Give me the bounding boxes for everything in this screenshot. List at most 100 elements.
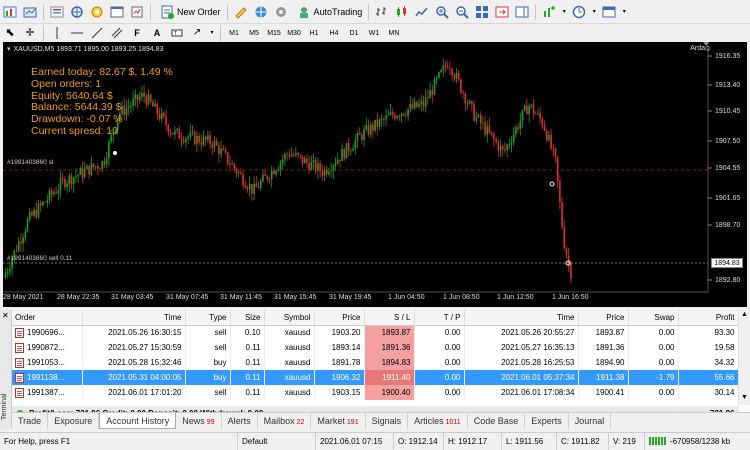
candle-body [79,168,82,175]
candle-body [262,174,264,182]
terminal-window-icon[interactable] [109,4,125,20]
candle-body [383,118,385,120]
periods-icon[interactable] [571,4,587,20]
tile-windows-icon[interactable] [474,4,490,20]
dropdown-arrow-icon[interactable]: ▾ [591,4,597,20]
col-symbol[interactable]: Symbol [264,310,315,326]
col-tp[interactable]: T / P [414,310,465,326]
new-order-button[interactable]: New Order [154,3,224,21]
tab-experts[interactable]: Experts [525,413,569,429]
cursor-icon[interactable]: ⬉ [2,25,18,41]
zoom-out-icon[interactable] [454,4,470,20]
scroll-up-icon[interactable]: ▲ [741,311,748,318]
col-close-time[interactable]: Time [464,310,579,326]
tab-news[interactable]: News 99 [176,413,222,429]
line-chart-icon[interactable] [414,4,430,20]
table-row[interactable]: 1990872... 2021.05.27 15:30:59 sell 0.11… [12,340,739,355]
candle-body [358,133,361,135]
candle-body [431,90,434,95]
dropdown-arrow-icon[interactable]: ▾ [621,4,627,20]
options-icon[interactable] [273,4,289,20]
timeframe-mn[interactable]: MN [385,26,403,40]
label-icon[interactable]: T [169,25,185,41]
horizontal-line-icon[interactable] [69,25,85,41]
timeframe-m1[interactable]: M1 [225,26,243,40]
col-profit[interactable]: Profit [678,310,739,326]
tab-market[interactable]: Market 191 [311,413,366,429]
timeframe-m5[interactable]: M5 [245,26,263,40]
profiles-icon[interactable] [22,4,38,20]
tab-code-base[interactable]: Code Base [468,413,526,429]
metaeditor-icon[interactable] [233,4,249,20]
autotrading-button[interactable]: AutoTrading [291,3,366,21]
size-cell: 0.11 [230,355,265,370]
tab-articles[interactable]: Articles 1011 [408,413,468,429]
crosshair-icon[interactable]: ✛ [22,25,38,41]
type-cell: sell [185,325,231,340]
timeframe-h1[interactable]: H1 [305,26,323,40]
close-icon[interactable]: ✕ [2,311,9,320]
candle-body [174,130,176,135]
order-cell: 1990696... [12,325,83,340]
dropdown-arrow-icon[interactable]: ▾ [209,25,215,41]
navigator-icon[interactable] [89,4,105,20]
auto-scroll-icon[interactable] [494,4,510,20]
tab-exposure[interactable]: Exposure [48,413,100,429]
vertical-line-icon[interactable] [49,25,65,41]
timeframe-d1[interactable]: D1 [345,26,363,40]
order-icon [15,372,24,383]
arrows-icon[interactable]: ↗ [189,25,205,41]
tab-trade[interactable]: Trade [12,413,49,429]
tab-alerts[interactable]: Alerts [222,413,258,429]
tab-signals[interactable]: Signals [366,413,409,429]
bar-chart-icon[interactable] [374,4,390,20]
tab-mailbox[interactable]: Mailbox 22 [258,413,312,429]
col-sl[interactable]: S / L [364,310,415,326]
col-time[interactable]: Time [82,310,186,326]
fibonacci-icon[interactable]: F [129,25,145,41]
chart-shift-icon[interactable] [514,4,530,20]
candle-body [37,203,40,217]
timeframe-h4[interactable]: H4 [325,26,343,40]
toolbar-separator [535,3,537,20]
scroll-down-icon[interactable]: ▼ [741,394,748,401]
indicators-icon[interactable] [541,4,557,20]
timeframe-m30[interactable]: M30 [285,26,303,40]
tp-cell: 0.00 [414,385,465,400]
col-size[interactable]: Size [230,310,265,326]
new-order-icon [159,4,175,20]
dropdown-arrow-icon[interactable]: ▾ [561,4,567,20]
candle-body [570,263,572,279]
trendline-icon[interactable] [89,25,105,41]
table-row[interactable]: 1990696... 2021.05.26 16:30:15 sell 0.10… [12,325,739,340]
tab-account-history[interactable]: Account History [99,413,177,429]
text-icon[interactable]: A [149,25,165,41]
candle-body [367,125,370,135]
vertical-scrollbar[interactable]: ▲ ▼ [738,310,750,405]
price-chart[interactable]: ▾ XAUUSD,M5 1893.71 1895.00 1893.25 1894.… [3,42,747,307]
tab-journal[interactable]: Journal [569,413,612,429]
channel-icon[interactable] [109,25,125,41]
community-icon[interactable] [253,4,269,20]
stat-spread: Current spresd: 10 [31,124,118,137]
market-watch-icon[interactable] [49,4,65,20]
table-row-selected[interactable]: 1991138... 2021.05.31 04:00:05 buy 0.11 … [12,370,739,385]
status-close: C: 1911.82 [557,432,609,450]
zoom-in-icon[interactable] [434,4,450,20]
col-close-price[interactable]: Price [578,310,629,326]
table-row[interactable]: 1991053... 2021.05.28 15:32:46 buy 0.11 … [12,355,739,370]
data-window-icon[interactable] [69,4,85,20]
candlestick-icon[interactable] [394,4,410,20]
timeframe-m15[interactable]: M15 [265,26,283,40]
timeframe-w1[interactable]: W1 [365,26,383,40]
candle-body [534,113,537,115]
col-type[interactable]: Type [185,310,231,326]
candle-body [255,183,258,188]
new-chart-icon[interactable] [2,4,18,20]
col-order[interactable]: Order [12,310,83,326]
table-row[interactable]: 1991387... 2021.06.01 17:01:20 sell 0.11… [12,385,739,400]
col-swap[interactable]: Swap [628,310,679,326]
templates-icon[interactable] [601,4,617,20]
col-price[interactable]: Price [314,310,365,326]
strategy-tester-icon[interactable] [129,4,145,20]
